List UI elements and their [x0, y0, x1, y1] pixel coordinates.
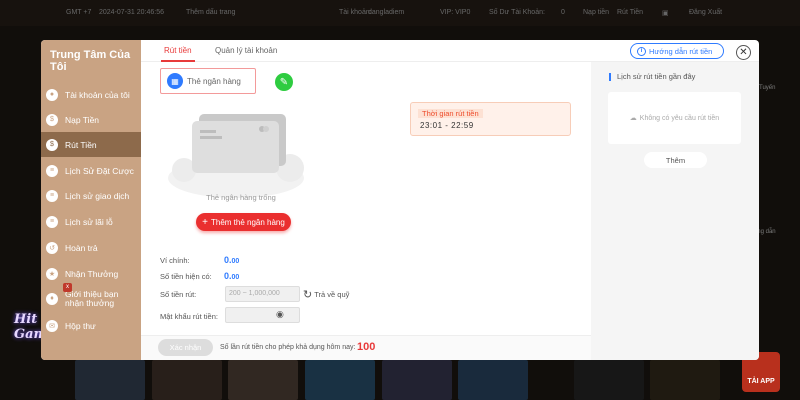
bank-card-label: Thẻ ngân hàng: [187, 76, 241, 86]
transaction-icon: ≡: [46, 189, 58, 202]
return-to-fund-button[interactable]: ↻ Trả về quỹ: [303, 288, 349, 301]
rebate-icon: ↺: [46, 241, 58, 254]
withdraw-history-panel: Lịch sử rút tiền gần đây ☁ Không có yêu …: [591, 62, 759, 360]
history-empty-text: Không có yêu cầu rút tiền: [639, 114, 720, 122]
sidebar-item-withdraw[interactable]: $ Rút Tiền: [41, 132, 141, 157]
withdraw-password-label: Mật khẩu rút tiền:: [160, 312, 218, 321]
close-icon[interactable]: ✕: [736, 45, 751, 60]
withdraw-password-input[interactable]: [225, 307, 300, 323]
history-empty-state: ☁ Không có yêu cầu rút tiền: [608, 92, 741, 144]
sidebar-item-profit-loss[interactable]: ≡ Lịch sử lãi lỗ: [41, 209, 141, 234]
bank-icon: ▦: [167, 73, 183, 89]
sidebar-item-referral[interactable]: ♦ Giới thiệu bạn nhận thưởng: [41, 286, 141, 311]
add-bank-card-label: Thêm thẻ ngân hàng: [211, 217, 285, 227]
account-center-modal: Trung Tâm Của Tôi ● Tài khoản của tôi $ …: [41, 40, 759, 360]
main-wallet-label: Ví chính:: [160, 256, 190, 265]
withdraw-time-value: 23:01 - 22:59: [420, 121, 474, 130]
sidebar-item-label: Giới thiệu bạn nhận thưởng: [65, 288, 119, 308]
notification-badge: x: [63, 283, 72, 292]
main-wallet-value: 0.00: [224, 255, 240, 265]
tab-withdraw[interactable]: Rút tiền: [164, 46, 192, 55]
withdraw-time-box: Thời gian rút tiền 23:01 - 22:59: [410, 102, 571, 136]
available-amount-value: 0.00: [224, 271, 240, 281]
withdraw-amount-label: Số tiền rút:: [160, 290, 197, 299]
sidebar: Trung Tâm Của Tôi ● Tài khoản của tôi $ …: [41, 40, 141, 360]
deposit-icon: $: [46, 113, 58, 126]
empty-card-illustration: [168, 114, 304, 198]
edit-icon[interactable]: ✎: [275, 73, 293, 91]
sidebar-item-label: Hoàn trả: [65, 242, 98, 253]
withdraw-icon: $: [46, 138, 58, 151]
sidebar-item-rebate[interactable]: ↺ Hoàn trả: [41, 235, 141, 260]
plus-icon: +: [202, 216, 208, 228]
confirm-button[interactable]: Xác nhận: [158, 339, 213, 356]
remaining-withdrawals-text: Số lần rút tiền cho phép khả dụng hôm na…: [220, 344, 356, 351]
sidebar-item-label: Nạp Tiền: [65, 114, 100, 125]
sidebar-item-mailbox[interactable]: ✉ Hộp thư: [41, 313, 141, 338]
more-history-button[interactable]: Thêm: [644, 152, 707, 168]
sidebar-item-deposit[interactable]: $ Nạp Tiền: [41, 107, 141, 132]
withdraw-guide-label: Hướng dẫn rút tiền: [649, 46, 713, 56]
referral-icon: ♦: [46, 292, 58, 305]
footer-bar: Xác nhận Số lần rút tiền cho phép khả dụ…: [141, 335, 591, 360]
sidebar-item-transactions[interactable]: ≡ Lịch sử giao dịch: [41, 183, 141, 208]
sidebar-item-label: Rút Tiền: [65, 139, 97, 150]
bet-history-icon: ≡: [46, 164, 58, 177]
tab-active-indicator: [161, 60, 195, 62]
sidebar-item-label: Lịch sử lãi lỗ: [65, 216, 113, 227]
sidebar-item-label: Nhận Thưởng: [65, 268, 119, 279]
return-to-fund-label: Trả về quỹ: [314, 290, 350, 299]
user-icon: ●: [46, 88, 58, 101]
withdraw-amount-input[interactable]: 200 ~ 1,000,000: [225, 286, 300, 302]
info-icon: i: [637, 46, 646, 56]
sidebar-item-label: Lịch Sử Đặt Cược: [65, 165, 134, 176]
remaining-withdrawals-count: 100: [357, 341, 376, 353]
profit-loss-icon: ≡: [46, 215, 58, 228]
sidebar-item-reward[interactable]: ★ Nhận Thưởng: [41, 261, 141, 286]
sidebar-item-label: Tài khoản của tôi: [65, 89, 130, 100]
withdraw-guide-button[interactable]: i Hướng dẫn rút tiền: [630, 43, 724, 59]
sidebar-title: Trung Tâm Của Tôi: [50, 49, 131, 73]
tab-account-management[interactable]: Quản lý tài khoản: [215, 46, 277, 55]
add-bank-card-button[interactable]: + Thêm thẻ ngân hàng: [196, 213, 291, 231]
sidebar-item-label: Hộp thư: [65, 320, 96, 331]
mailbox-icon: ✉: [46, 319, 58, 332]
withdraw-time-label: Thời gian rút tiền: [418, 109, 483, 118]
sidebar-item-my-account[interactable]: ● Tài khoản của tôi: [41, 82, 141, 107]
refresh-icon: ↻: [303, 289, 313, 301]
eye-icon[interactable]: ◉: [276, 309, 284, 320]
reward-icon: ★: [46, 267, 58, 280]
available-amount-label: Số tiền hiện có:: [160, 272, 212, 281]
sidebar-item-bet-history[interactable]: ≡ Lịch Sử Đặt Cược: [41, 158, 141, 183]
history-title: Lịch sử rút tiền gần đây: [609, 73, 695, 81]
empty-box-icon: ☁: [629, 115, 637, 122]
empty-card-text: Thẻ ngân hàng trống: [206, 193, 276, 202]
bank-card-option[interactable]: ▦ Thẻ ngân hàng: [160, 68, 256, 94]
sidebar-item-label: Lịch sử giao dịch: [65, 190, 130, 201]
